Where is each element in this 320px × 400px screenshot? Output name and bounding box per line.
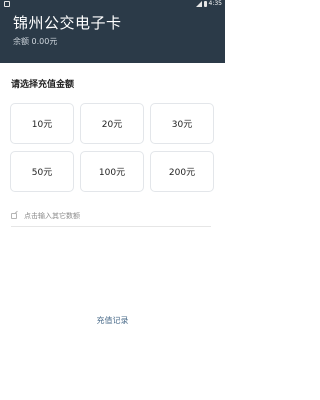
status-bar: 4:35 bbox=[0, 0, 225, 9]
page-title: 锦州公交电子卡 bbox=[13, 14, 122, 32]
balance-value: 0.00元 bbox=[31, 37, 58, 46]
notification-icon bbox=[4, 1, 10, 7]
battery-icon bbox=[203, 1, 207, 7]
amount-option-30[interactable]: 30元 bbox=[150, 103, 214, 144]
amount-option-20[interactable]: 20元 bbox=[80, 103, 144, 144]
balance-label: 余额 bbox=[13, 37, 29, 46]
clock: 4:35 bbox=[208, 0, 222, 7]
amount-grid: 10元 20元 30元 50元 100元 200元 bbox=[10, 103, 215, 192]
balance: 余额 0.00元 bbox=[13, 36, 57, 47]
custom-amount-placeholder: 点击输入其它数额 bbox=[24, 212, 80, 220]
recharge-panel: 请选择充值金额 10元 20元 30元 50元 100元 200元 点击输入其它… bbox=[0, 63, 225, 400]
amount-option-100[interactable]: 100元 bbox=[80, 151, 144, 192]
signal-icon bbox=[195, 1, 202, 7]
recharge-records-link[interactable]: 充值记录 bbox=[0, 315, 225, 326]
amount-option-10[interactable]: 10元 bbox=[10, 103, 74, 144]
custom-amount-input[interactable]: 点击输入其它数额 bbox=[11, 206, 211, 227]
header-banner: 4:35 锦州公交电子卡 余额 0.00元 bbox=[0, 0, 225, 63]
status-icons: 4:35 bbox=[195, 0, 222, 8]
amount-option-50[interactable]: 50元 bbox=[10, 151, 74, 192]
amount-option-200[interactable]: 200元 bbox=[150, 151, 214, 192]
edit-icon bbox=[11, 213, 17, 219]
section-title: 请选择充值金额 bbox=[11, 80, 75, 90]
